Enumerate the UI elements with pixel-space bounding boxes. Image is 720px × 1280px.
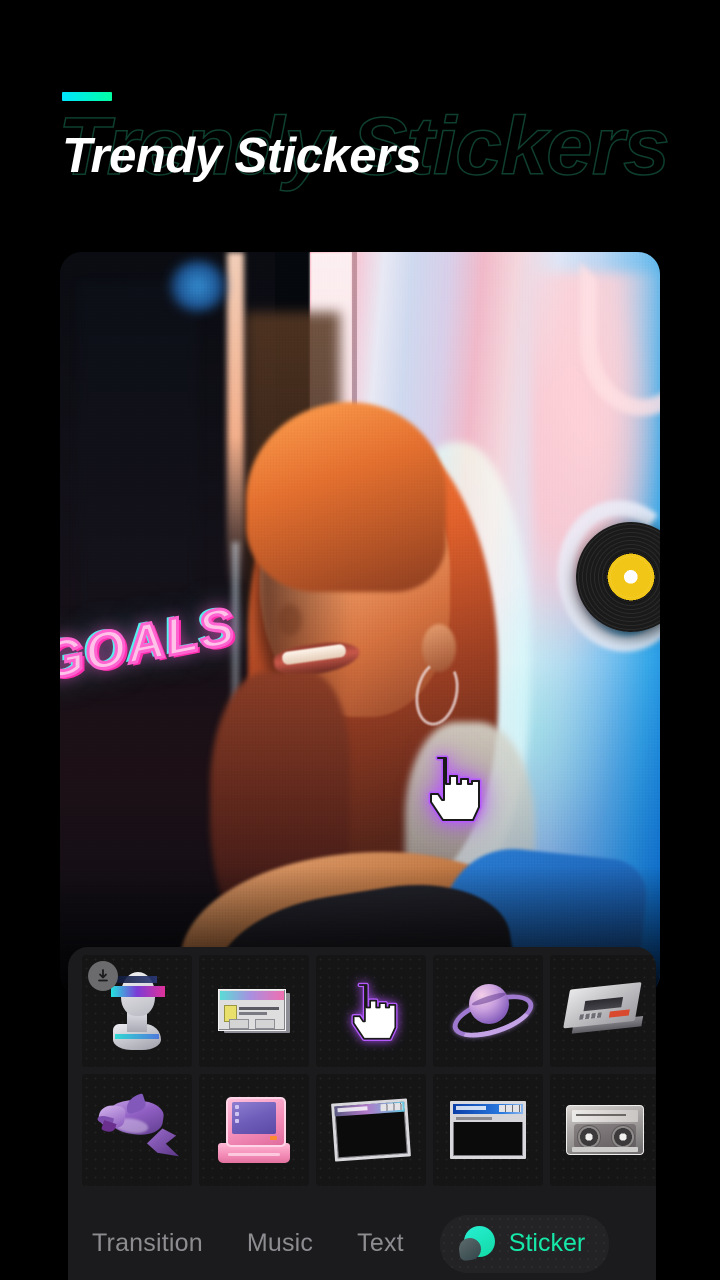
sticker-cell-retro-computer[interactable] — [199, 1074, 309, 1186]
sticker-art-retro-dialog — [212, 969, 296, 1053]
sticker-art-window-frame-pink — [329, 1088, 413, 1172]
sticker-cell-window-frame-blue[interactable] — [433, 1074, 543, 1186]
sticker-art-cassette-tape — [563, 1088, 647, 1172]
tab-transition[interactable]: Transition — [92, 1229, 203, 1258]
sticker-art-retro-computer — [212, 1088, 296, 1172]
sticker-cell-vhs-deck[interactable] — [550, 955, 656, 1067]
page-title: Trendy Stickers — [62, 129, 422, 183]
sticker-art-planet-saturn — [446, 969, 539, 1053]
tab-text[interactable]: Text — [357, 1229, 404, 1258]
sticker-cell-window-frame-pink[interactable] — [316, 1074, 426, 1186]
download-icon[interactable] — [88, 961, 118, 991]
sticker-art-hand-cursor — [329, 969, 413, 1053]
sticker-grid — [68, 955, 656, 1186]
sticker-cell-dolphin[interactable] — [82, 1074, 192, 1186]
sticker-library-panel[interactable] — [68, 947, 656, 1207]
sticker-art-dolphin — [95, 1088, 179, 1172]
tab-sticker-label: Sticker — [508, 1229, 586, 1257]
page-header: Trendy Stickers Trendy Stickers — [0, 0, 720, 230]
sticker-cell-cassette-tape[interactable] — [550, 1074, 656, 1186]
tab-sticker[interactable]: Sticker — [439, 1214, 610, 1273]
sticker-icon — [457, 1225, 495, 1262]
applied-sticker-hand-cursor[interactable] — [420, 750, 482, 826]
title-block: Trendy Stickers Trendy Stickers — [0, 100, 720, 210]
sticker-art-window-frame-blue — [446, 1088, 530, 1172]
sticker-cell-glitch-bust[interactable] — [82, 955, 192, 1067]
editor-toolbar: Transition Music Text Sticker — [68, 1207, 656, 1280]
tab-music[interactable]: Music — [247, 1229, 313, 1258]
sticker-cell-planet-saturn[interactable] — [433, 955, 543, 1067]
sticker-cell-retro-dialog[interactable] — [199, 955, 309, 1067]
sticker-cell-hand-cursor[interactable] — [316, 955, 426, 1067]
video-preview-canvas[interactable]: GOALS — [60, 252, 660, 996]
app-screen: Trendy Stickers Trendy Stickers GOALS Tr… — [0, 0, 720, 1280]
sticker-art-vhs-deck — [563, 969, 647, 1053]
